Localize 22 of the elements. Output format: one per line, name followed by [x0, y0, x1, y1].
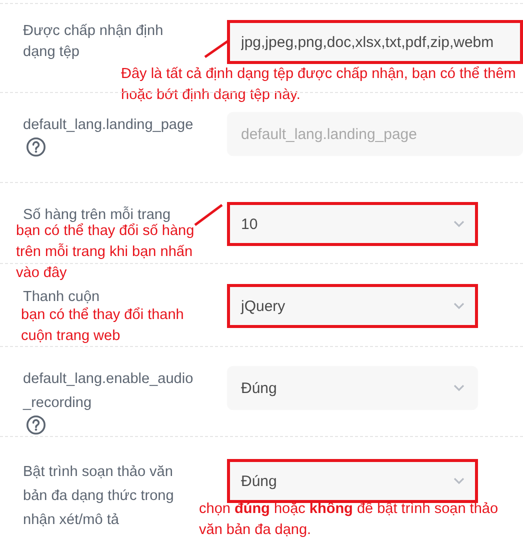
chevron-down-icon [453, 477, 465, 485]
setting-label: Số hàng trên mỗi trang [23, 205, 172, 223]
setting-label: Bật trình soạn thảo văn bản đa dạng thức trong nhận xét/mô tả [23, 463, 175, 530]
chevron-down-icon [453, 220, 465, 228]
leader-line [194, 204, 223, 226]
setting-label: default_lang.landing_page [23, 116, 194, 135]
chevron-down-icon [453, 302, 465, 310]
setting-label: Được chấp nhận định dạng tệp [23, 22, 164, 62]
select-dropdown[interactable]: Đúng [227, 366, 478, 410]
text-field[interactable]: jpg,jpeg,png,doc,xlsx,txt,pdf,zip,webm [227, 20, 523, 64]
chevron-down-icon [453, 384, 465, 392]
annotation-note: bạn có thể thay đổi số hàng trên mỗi trang khi bạn nhấn vào đây [16, 222, 196, 283]
setting-label: default_lang.enable_audio_recording [23, 370, 194, 413]
select-dropdown[interactable]: Đúng [227, 459, 478, 503]
select-dropdown[interactable]: jQuery [227, 284, 478, 328]
text-field[interactable]: default_lang.landing_page [227, 112, 523, 156]
select-dropdown[interactable]: 10 [227, 202, 478, 246]
leader-line [204, 40, 229, 58]
help-icon[interactable] [26, 415, 46, 435]
setting-label: Thanh cuộn [23, 288, 101, 307]
help-icon[interactable] [26, 137, 46, 157]
annotation-note: bạn có thể thay đổi thanh cuộn trang web [21, 306, 185, 346]
